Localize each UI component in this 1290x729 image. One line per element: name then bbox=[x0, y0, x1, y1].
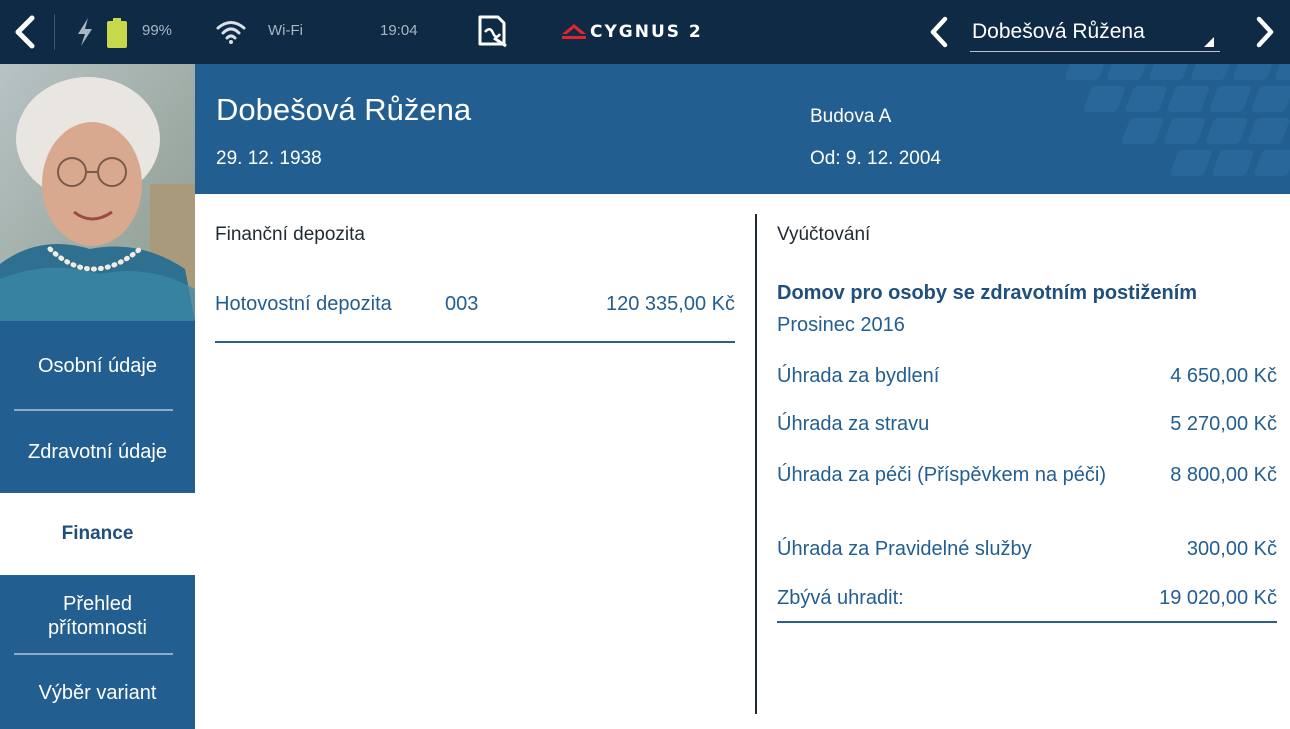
chevron-left-icon[interactable] bbox=[926, 16, 952, 48]
sidebar-item-health[interactable]: Zdravotní údaje bbox=[0, 411, 195, 493]
sidebar-item-label: Osobní údaje bbox=[38, 355, 157, 377]
sidebar-item-label: Zdravotní údaje bbox=[28, 441, 167, 463]
billing-total-label: Zbývá uhradit: bbox=[777, 587, 904, 609]
patient-name: Dobešová Růžena bbox=[216, 92, 472, 127]
patient-photo-image bbox=[0, 64, 195, 321]
patient-selector-value: Dobešová Růžena bbox=[972, 20, 1145, 43]
billing-row-amount: 300,00 Kč bbox=[1186, 538, 1277, 560]
billing-total-row: Zbývá uhradit: 19 020,00 Kč bbox=[777, 586, 1277, 616]
billing-row-label: Úhrada za stravu bbox=[777, 413, 930, 435]
billing-row-label: Úhrada za Pravidelné služby bbox=[777, 538, 1032, 560]
deposits-title: Finanční depozita bbox=[215, 224, 365, 245]
column-divider bbox=[755, 214, 757, 714]
sidebar-nav: Osobní údaje Zdravotní údaje Finance Pře… bbox=[0, 321, 195, 729]
cygnus-logo: CYGNUS 2 bbox=[562, 20, 703, 44]
back-arrow-icon[interactable] bbox=[10, 14, 40, 50]
sidebar-item-label: Přehled přítomnosti bbox=[48, 593, 147, 639]
sidebar-item-personal[interactable]: Osobní údaje bbox=[0, 321, 195, 411]
billing-row-label: Úhrada za péči (Příspěvkem na péči) bbox=[777, 464, 1107, 486]
billing-title: Vyúčtování bbox=[777, 224, 871, 245]
patient-header: Dobešová Růžena 29. 12. 1938 Budova A Od… bbox=[195, 64, 1290, 194]
header-pattern bbox=[1065, 64, 1290, 176]
sidebar-item-variants[interactable]: Výběr variant bbox=[0, 657, 195, 729]
wifi-label: Wi-Fi bbox=[268, 22, 303, 39]
chevron-right-icon[interactable] bbox=[1252, 16, 1278, 48]
billing-row-label: Úhrada za bydlení bbox=[777, 365, 940, 387]
charging-bolt-icon bbox=[78, 18, 92, 46]
patient-selector[interactable]: Dobešová Růžena bbox=[970, 14, 1220, 52]
sidebar-item-label: Výběr variant bbox=[38, 682, 157, 704]
logo-text: CYGNUS 2 bbox=[590, 22, 703, 42]
billing-total-underline bbox=[777, 621, 1277, 623]
patient-birth-date: 29. 12. 1938 bbox=[216, 148, 322, 169]
deposit-amount: 120 335,00 Kč bbox=[606, 293, 735, 315]
billing-row: Úhrada za bydlení 4 650,00 Kč bbox=[777, 364, 1277, 394]
deposit-name: Hotovostní depozita bbox=[215, 293, 392, 315]
deposit-code: 003 bbox=[445, 293, 479, 315]
billing-organization: Domov pro osoby se zdravotním postižením bbox=[777, 282, 1198, 304]
billing-total-amount: 19 020,00 Kč bbox=[1159, 587, 1277, 609]
battery-icon bbox=[107, 18, 127, 48]
sidebar-item-attendance[interactable]: Přehled přítomnosti bbox=[0, 575, 195, 657]
cygnus-logo-mark-icon bbox=[562, 24, 586, 39]
sidebar-item-finance[interactable]: Finance bbox=[0, 493, 195, 575]
billing-row-amount: 8 800,00 Kč bbox=[1170, 464, 1277, 486]
status-bar: 99% Wi-Fi 19:04 CYGNUS 2 Dobešová Růžena bbox=[0, 0, 1290, 64]
wifi-icon bbox=[216, 21, 246, 44]
status-divider bbox=[54, 14, 55, 50]
billing-row: Úhrada za Pravidelné služby 300,00 Kč bbox=[777, 537, 1277, 567]
billing-row: Úhrada za péči (Příspěvkem na péči) 8 80… bbox=[777, 463, 1277, 513]
sidebar-divider bbox=[14, 653, 173, 655]
patient-building: Budova A bbox=[810, 106, 892, 127]
dropdown-triangle-icon bbox=[1204, 37, 1214, 47]
billing-row-amount: 5 270,00 Kč bbox=[1170, 413, 1277, 435]
patient-since-date: Od: 9. 12. 2004 bbox=[810, 148, 941, 169]
battery-percent: 99% bbox=[142, 22, 173, 39]
sidebar-item-label: Finance bbox=[61, 523, 134, 544]
patient-photo bbox=[0, 64, 195, 321]
document-signature-icon[interactable] bbox=[476, 14, 510, 48]
deposit-row[interactable]: Hotovostní depozita 003 120 335,00 Kč bbox=[215, 285, 735, 343]
clock: 19:04 bbox=[380, 22, 418, 39]
billing-row-amount: 4 650,00 Kč bbox=[1170, 365, 1277, 387]
billing-row: Úhrada za stravu 5 270,00 Kč bbox=[777, 412, 1277, 442]
billing-period: Prosinec 2016 bbox=[777, 314, 905, 336]
